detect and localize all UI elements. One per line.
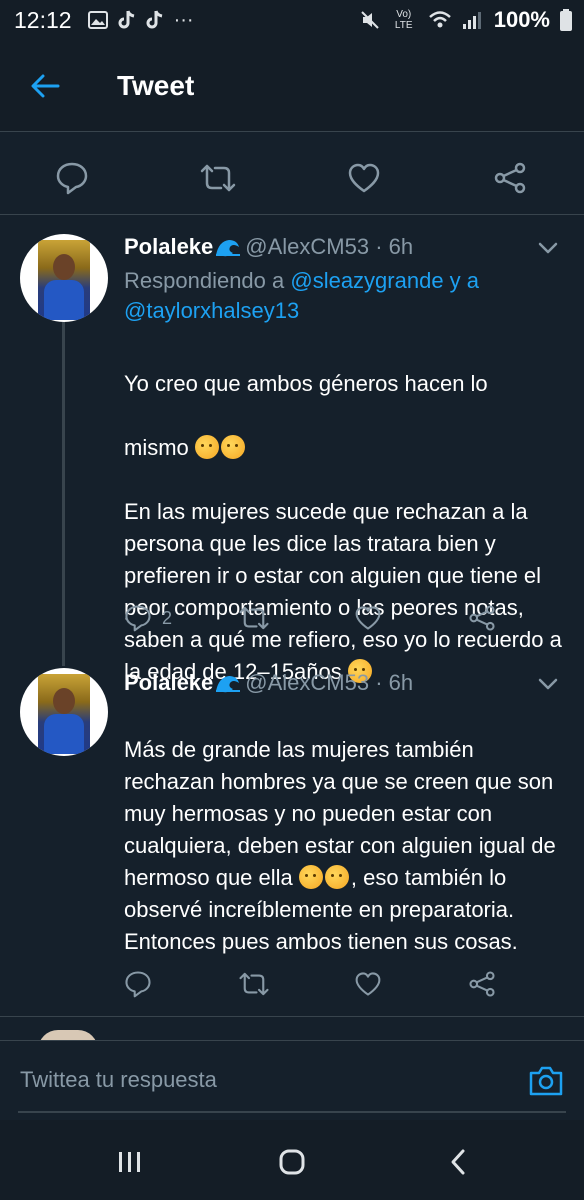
app-header: Tweet xyxy=(0,40,584,132)
reply-bar xyxy=(0,1040,584,1120)
notification-icons: ··· xyxy=(87,8,194,32)
mention-link[interactable]: @sleazygrande xyxy=(290,268,443,293)
more-notifications-indicator: ··· xyxy=(173,8,194,31)
wave-icon xyxy=(216,240,241,257)
back-nav-button[interactable] xyxy=(438,1142,478,1182)
gallery-icon xyxy=(87,11,108,29)
main-tweet-actions xyxy=(0,140,584,214)
recent-apps-icon xyxy=(119,1152,140,1172)
like-button[interactable] xyxy=(344,158,384,198)
like-button[interactable] xyxy=(354,966,382,1002)
share-icon xyxy=(469,605,495,631)
chevron-down-icon[interactable] xyxy=(536,236,560,260)
thinking-emoji-icon xyxy=(324,865,349,889)
system-icons: Vo) LTE 100% xyxy=(360,7,572,33)
wifi-icon xyxy=(428,11,451,28)
share-button[interactable] xyxy=(468,966,496,1002)
retweet-button[interactable] xyxy=(198,158,238,198)
status-time: 12:12 xyxy=(14,6,72,33)
author-handle-time: @AlexCM53 · 6h xyxy=(245,670,414,695)
tweet-text-line: Yo creo que ambos géneros hacen lo xyxy=(124,371,488,396)
retweet-icon xyxy=(200,164,236,192)
tiktok-icon xyxy=(146,10,162,29)
tweet-actions: 2 xyxy=(124,600,544,640)
divider xyxy=(0,214,584,215)
reply-count: 2 xyxy=(162,607,173,628)
retweet-button[interactable] xyxy=(238,966,270,1002)
thread-line xyxy=(62,322,65,666)
reply-button[interactable] xyxy=(124,966,152,1002)
share-icon xyxy=(494,162,526,194)
chevron-left-icon xyxy=(451,1149,465,1175)
system-nav-bar xyxy=(0,1120,584,1200)
reply-input[interactable] xyxy=(0,1041,500,1119)
thinking-emoji-icon xyxy=(194,435,219,459)
heart-icon xyxy=(348,163,380,193)
reply-button[interactable]: 2 xyxy=(124,600,172,636)
status-bar: 12:12 ··· Vo) LTE 100% xyxy=(0,0,584,40)
tweet-header: Polaleke @AlexCM53 · 6h xyxy=(124,234,413,260)
replying-to-label: Respondiendo a xyxy=(124,268,291,293)
divider xyxy=(0,131,584,132)
wave-icon xyxy=(216,676,241,693)
reply-input-underline xyxy=(18,1111,566,1113)
tweet-text-line: En las mujeres sucede que rechazan a la … xyxy=(124,499,562,684)
author-name[interactable]: Polaleke xyxy=(124,234,213,260)
back-arrow-icon xyxy=(31,74,60,98)
mute-icon xyxy=(361,11,379,29)
battery-level: 100% xyxy=(493,7,550,32)
author-name[interactable]: Polaleke xyxy=(124,670,213,696)
camera-icon[interactable] xyxy=(528,1063,564,1099)
replying-to: Respondiendo a @sleazygrande y a @taylor… xyxy=(124,266,554,326)
tweet-actions xyxy=(124,966,544,1006)
battery-icon xyxy=(560,9,572,31)
retweet-icon xyxy=(239,972,269,996)
reply-button[interactable] xyxy=(52,158,92,198)
share-icon xyxy=(469,971,495,997)
thinking-emoji-icon xyxy=(298,865,323,889)
home-icon xyxy=(279,1149,305,1175)
avatar[interactable] xyxy=(20,668,108,756)
back-button[interactable] xyxy=(15,56,75,116)
home-button[interactable] xyxy=(272,1142,312,1182)
recent-apps-button[interactable] xyxy=(110,1142,150,1182)
reply-icon xyxy=(56,162,88,195)
avatar[interactable] xyxy=(20,234,108,322)
share-button[interactable] xyxy=(468,600,496,636)
divider xyxy=(0,1016,584,1017)
tiktok-icon xyxy=(118,10,134,29)
signal-icon xyxy=(462,12,481,29)
mention-link[interactable]: @taylorxhalsey13 xyxy=(124,298,299,323)
tweet-text-line: mismo xyxy=(124,435,189,460)
retweet-button[interactable] xyxy=(238,600,270,636)
retweet-icon xyxy=(239,606,269,630)
lte-indicator: Vo) LTE xyxy=(394,9,413,31)
tweet-header: Polaleke @AlexCM53 · 6h xyxy=(124,670,413,696)
reply-icon xyxy=(125,605,151,632)
heart-icon xyxy=(355,972,381,996)
share-button[interactable] xyxy=(490,158,530,198)
author-handle-time: @AlexCM53 · 6h xyxy=(245,234,414,259)
reply-joiner: y a xyxy=(443,268,480,293)
reply-icon xyxy=(125,971,151,998)
like-button[interactable] xyxy=(354,600,382,636)
page-title: Tweet xyxy=(117,70,195,101)
heart-icon xyxy=(355,606,381,630)
chevron-down-icon[interactable] xyxy=(536,672,560,696)
thinking-emoji-icon xyxy=(220,435,245,459)
tweet-text: Más de grande las mujeres también rechaz… xyxy=(124,702,570,958)
